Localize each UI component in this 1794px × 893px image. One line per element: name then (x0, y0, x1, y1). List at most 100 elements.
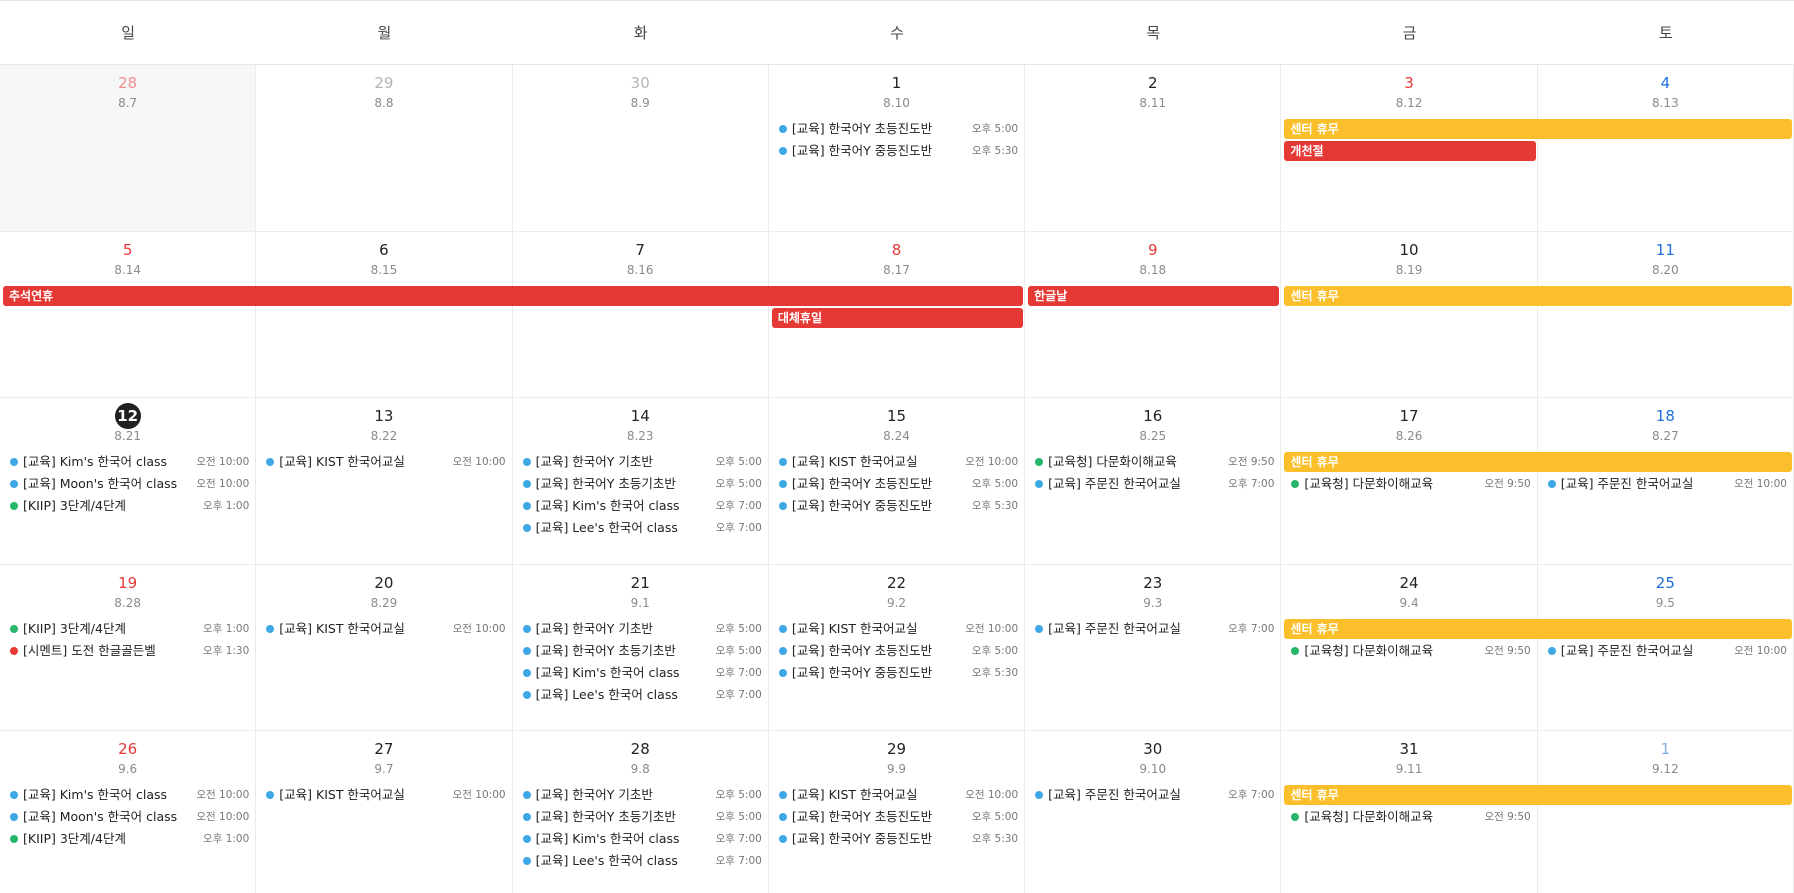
event-dot-icon (10, 835, 18, 844)
event-item[interactable]: [교육청] 다문화이해교육 오전 9:50 (1291, 807, 1531, 827)
all-day-event-bar[interactable]: 센터 휴무 (1284, 785, 1792, 806)
event-title: [교육] KIST 한국어교실 (279, 787, 405, 803)
day-cell[interactable]: 30 9.10 [교육] 주문진 한국어교실 오후 7:00 (1025, 731, 1282, 893)
event-item[interactable]: [교육] 한국어Y 중등진도반 오후 5:30 (778, 663, 1018, 683)
day-cell[interactable]: 27 9.7 [교육] KIST 한국어교실 오전 10:00 (256, 731, 513, 893)
event-item[interactable]: [교육] 주문진 한국어교실 오전 10:00 (1547, 641, 1787, 661)
day-cell[interactable]: 29 8.8 (256, 65, 513, 232)
all-day-event-bar[interactable]: 개천절 (1284, 141, 1536, 161)
all-day-event-bar[interactable]: 대체휴일 (771, 307, 1024, 328)
event-item[interactable]: [교육] KIST 한국어교실 오전 10:00 (266, 785, 506, 805)
event-item[interactable]: [교육] 한국어Y 중등진도반 오후 5:30 (778, 829, 1018, 849)
day-cell[interactable]: 17 8.26 [교육청] 다문화이해교육 오전 9:50 (1281, 398, 1538, 565)
day-cell[interactable]: 24 9.4 [교육청] 다문화이해교육 오전 9:50 (1281, 564, 1538, 732)
event-title: [교육] 한국어Y 기초반 (535, 454, 653, 470)
day-cell[interactable]: 26 9.6 [교육] Kim's 한국어 class 오전 10:00 [교육] Mo… (0, 731, 257, 893)
all-day-event-bar[interactable]: 센터 휴무 (1284, 452, 1792, 473)
event-item[interactable]: [교육] 주문진 한국어교실 오후 7:00 (1035, 785, 1274, 805)
day-cell[interactable]: 21 9.1 [교육] 한국어Y 기초반 오후 5:00 [교육] 한국어Y 초등기초반… (512, 564, 769, 732)
day-cell[interactable]: 28 9.8 [교육] 한국어Y 기초반 오후 5:00 [교육] 한국어Y 초등기초반… (513, 731, 769, 893)
event-title: [교육] 한국어Y 초등진도반 (791, 476, 933, 492)
event-item[interactable]: [교육] 한국어Y 초등기초반 오후 5:00 (522, 641, 762, 661)
event-item[interactable]: [교육] 한국어Y 초등기초반 오후 5:00 (522, 474, 762, 494)
event-item[interactable]: [교육] 주문진 한국어교실 오전 10:00 (1547, 474, 1787, 494)
day-cell[interactable]: 19 8.28 [KIIP] 3단계/4단계 오후 1:00 [시멘트] 도전 한글골든… (0, 564, 257, 732)
event-item[interactable]: [교육] KIST 한국어교실 오전 10:00 (778, 619, 1018, 639)
event-item[interactable]: [교육] 한국어Y 초등기초반 오후 5:00 (522, 807, 762, 827)
event-item[interactable]: [교육] 한국어Y 기초반 오후 5:00 (522, 452, 762, 472)
day-cell[interactable]: 15 8.24 [교육] KIST 한국어교실 오전 10:00 [교육] 한국어Y 초… (768, 398, 1026, 565)
event-item[interactable]: [교육] Moon's 한국어 class 오전 10:00 (10, 474, 249, 494)
event-item[interactable]: [교육] 한국어Y 기초반 오후 5:00 (522, 785, 762, 805)
event-title: [교육] 한국어Y 초등기초반 (535, 809, 676, 825)
all-day-event-bar[interactable]: 한글날 (1028, 285, 1280, 306)
event-item[interactable]: [교육] Lee's 한국어 class 오후 7:00 (522, 851, 762, 871)
day-cell[interactable]: 20 8.29 [교육] KIST 한국어교실 오전 10:00 (256, 564, 513, 732)
all-day-event-bar[interactable]: 센터 휴무 (1284, 119, 1792, 139)
day-cell[interactable]: 23 9.3 [교육] 주문진 한국어교실 오후 7:00 (1025, 564, 1282, 732)
event-item[interactable]: [교육청] 다문화이해교육 오전 9:50 (1035, 452, 1274, 472)
day-cell[interactable]: 22 9.2 [교육] KIST 한국어교실 오전 10:00 [교육] 한국어Y 초등… (768, 564, 1026, 732)
event-item[interactable]: [교육] KIST 한국어교실 오전 10:00 (266, 452, 506, 472)
event-item[interactable]: [교육] 한국어Y 초등진도반 오후 5:00 (778, 807, 1018, 827)
event-item[interactable]: [교육] KIST 한국어교실 오전 10:00 (778, 452, 1018, 472)
event-item[interactable]: [교육청] 다문화이해교육 오전 9:50 (1291, 474, 1531, 494)
all-day-event-bar[interactable]: 센터 휴무 (1284, 285, 1792, 306)
day-cell[interactable]: 2 8.11 (1025, 65, 1282, 232)
event-title: [KIIP] 3단계/4단계 (23, 498, 126, 514)
event-item[interactable]: [교육] Kim's 한국어 class 오전 10:00 (10, 785, 249, 805)
day-cell[interactable]: 10 8.19 (1281, 231, 1538, 399)
all-day-event-bar[interactable]: 추석연휴 (3, 285, 1024, 306)
event-item[interactable]: [교육] Kim's 한국어 class 오후 7:00 (522, 663, 762, 683)
day-cell[interactable]: 4 8.13 (1537, 65, 1794, 232)
event-item[interactable]: [교육] Lee's 한국어 class 오후 7:00 (522, 685, 762, 705)
event-item[interactable]: [교육] 한국어Y 중등진도반 오후 5:30 (778, 496, 1018, 516)
lunar-date: 9.11 (1395, 762, 1423, 777)
event-item[interactable]: [교육] Kim's 한국어 class 오전 10:00 (10, 452, 249, 472)
event-time: 오전 10:00 (196, 811, 250, 824)
event-item[interactable]: [교육] 한국어Y 초등진도반 오후 5:00 (778, 474, 1018, 494)
event-item[interactable]: [교육] 한국어Y 중등진도반 오후 5:30 (778, 141, 1018, 161)
event-item[interactable]: [교육] 주문진 한국어교실 오후 7:00 (1035, 619, 1274, 639)
day-number: 31 (1399, 740, 1419, 759)
day-cell[interactable]: 28 8.7 (0, 65, 257, 232)
day-cell[interactable]: 30 8.9 (512, 65, 769, 232)
day-cell[interactable]: 25 9.5 [교육] 주문진 한국어교실 오전 10:00 (1537, 564, 1794, 732)
event-dot-icon (778, 668, 787, 677)
day-cell[interactable]: 6 8.15 (256, 231, 513, 399)
event-item[interactable]: [교육] KIST 한국어교실 오전 10:00 (266, 619, 506, 639)
event-item[interactable]: [교육] 한국어Y 초등진도반 오후 5:00 (778, 641, 1018, 661)
day-cell[interactable]: 9 8.18 (1025, 231, 1282, 399)
event-item[interactable]: [KIIP] 3단계/4단계 오후 1:00 (10, 496, 249, 516)
event-item[interactable]: [시멘트] 도전 한글골든벨 오후 1:30 (10, 641, 249, 661)
lunar-date: 9.7 (374, 762, 394, 777)
event-item[interactable]: [KIIP] 3단계/4단계 오후 1:00 (10, 619, 249, 639)
day-cell[interactable]: 1 9.12 (1538, 731, 1794, 893)
event-item[interactable]: [교육] Kim's 한국어 class 오후 7:00 (522, 496, 762, 516)
event-item[interactable]: [교육] 한국어Y 기초반 오후 5:00 (522, 619, 762, 639)
day-cell[interactable]: 13 8.22 [교육] KIST 한국어교실 오전 10:00 (256, 398, 513, 565)
lunar-date: 8.16 (626, 262, 654, 277)
day-cell[interactable]: 16 8.25 [교육청] 다문화이해교육 오전 9:50 [교육] 주문진 한국어교실… (1025, 398, 1282, 565)
lunar-date: 8.29 (370, 595, 398, 610)
day-cell[interactable]: 5 8.14 (0, 231, 257, 399)
event-item[interactable]: [교육] KIST 한국어교실 오전 10:00 (778, 785, 1018, 805)
day-cell[interactable]: 11 8.20 (1537, 231, 1794, 399)
day-cell[interactable]: 18 8.27 [교육] 주문진 한국어교실 오전 10:00 (1537, 398, 1794, 565)
event-item[interactable]: [교육] 주문진 한국어교실 오후 7:00 (1035, 474, 1274, 494)
weekday-fri: 금 (1402, 24, 1417, 42)
day-cell[interactable]: 31 9.11 [교육청] 다문화이해교육 오전 9:50 (1281, 731, 1538, 893)
day-cell[interactable]: 29 9.9 [교육] KIST 한국어교실 오전 10:00 [교육] 한국어Y 초등… (769, 731, 1026, 893)
event-item[interactable]: [교육] Kim's 한국어 class 오후 7:00 (522, 829, 762, 849)
day-cell[interactable]: 12 8.21 [교육] Kim's 한국어 class 오전 10:00 [교육] M… (0, 398, 257, 565)
event-item[interactable]: [교육] Lee's 한국어 class 오후 7:00 (522, 518, 762, 538)
event-item[interactable]: [교육] Moon's 한국어 class 오전 10:00 (10, 807, 249, 827)
event-item[interactable]: [교육] 한국어Y 초등진도반 오후 5:00 (778, 119, 1018, 139)
day-cell[interactable]: 14 8.23 [교육] 한국어Y 기초반 오후 5:00 [교육] 한국어Y 초등기초… (512, 398, 769, 565)
day-cell[interactable]: 7 8.16 (512, 231, 769, 399)
day-cell[interactable]: 1 8.10 [교육] 한국어Y 초등진도반 오후 5:00 [교육] 한국어Y 중등진… (768, 65, 1026, 232)
event-item[interactable]: [KIIP] 3단계/4단계 오후 1:00 (10, 829, 249, 849)
all-day-event-bar[interactable]: 센터 휴무 (1284, 618, 1792, 639)
event-item[interactable]: [교육청] 다문화이해교육 오전 9:50 (1291, 641, 1531, 661)
event-dot-icon (266, 791, 275, 800)
